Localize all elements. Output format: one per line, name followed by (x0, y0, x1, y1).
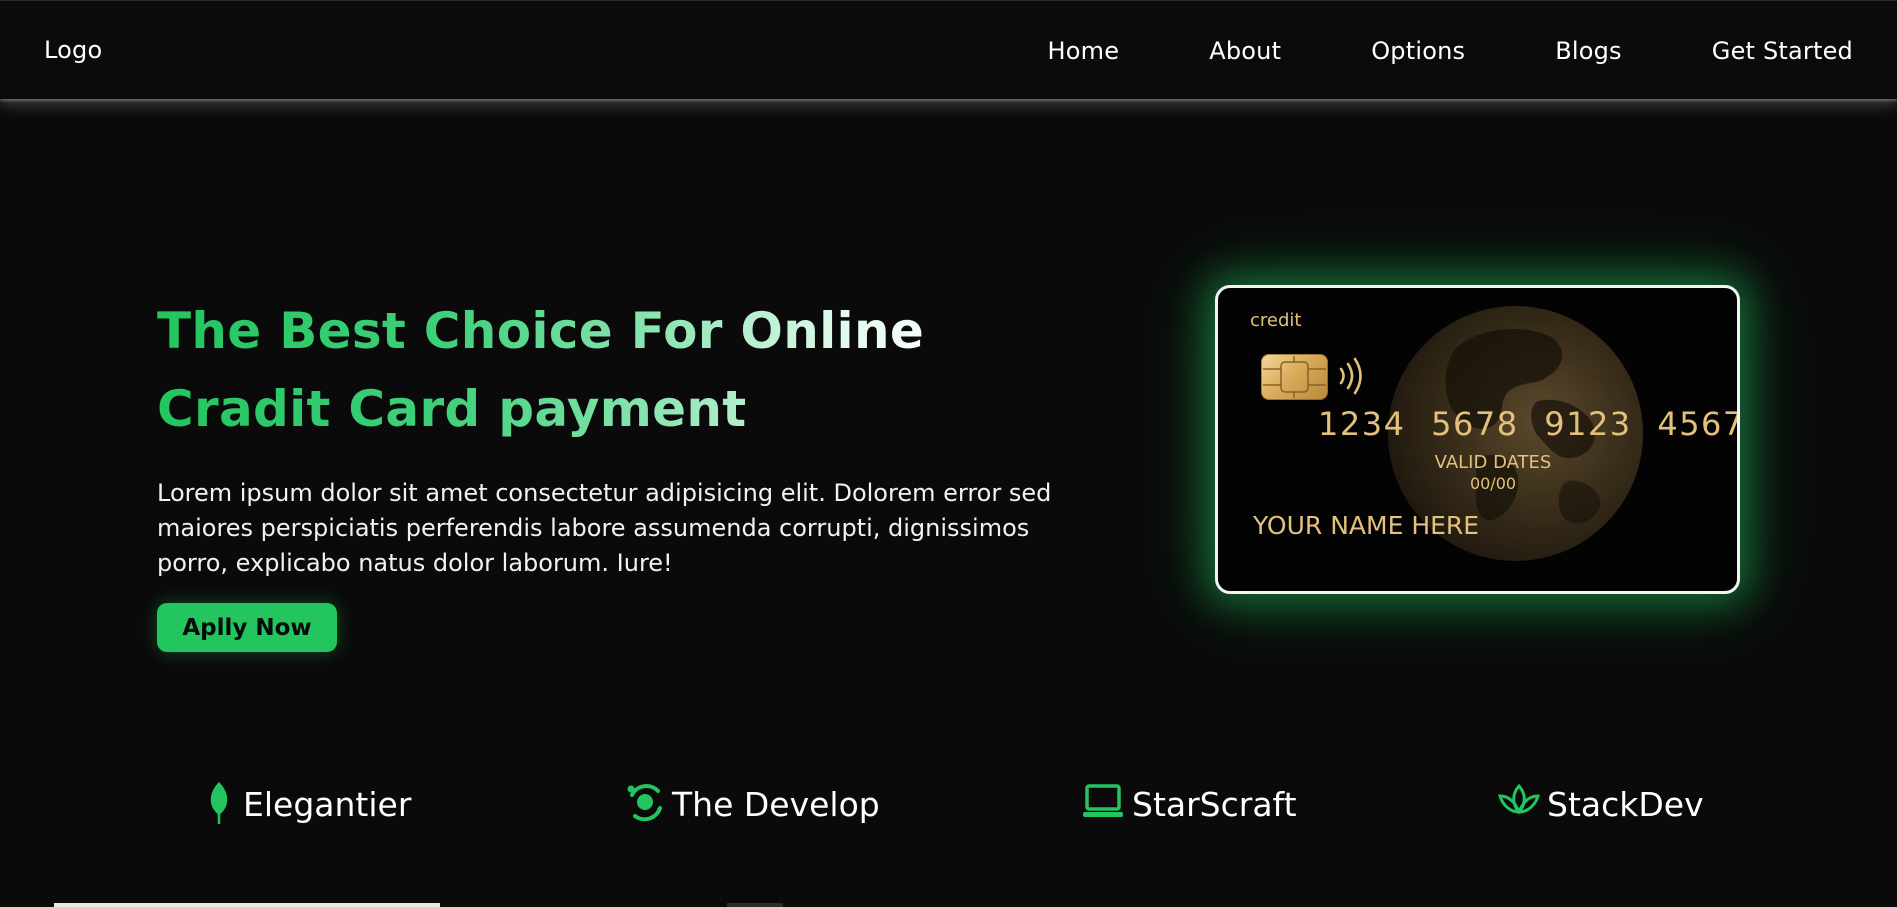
nav-link-about[interactable]: About (1209, 37, 1281, 65)
valid-dates-value: 00/00 (1469, 474, 1517, 493)
brand-label: Elegantier (243, 784, 412, 824)
brand-label: StarScraft (1132, 784, 1297, 824)
nav-link-blogs[interactable]: Blogs (1555, 37, 1622, 65)
hero-title: The Best Choice For Online Cradit Card p… (157, 292, 977, 448)
credit-card-image: credit 1234 5678 9123 4567 VALID DATES 0… (1215, 285, 1740, 594)
brand-stackdev: StackDev (1497, 780, 1704, 828)
lotus-icon (1497, 782, 1541, 826)
chip-icon (1261, 354, 1328, 400)
brand-the-develop: The Develop (624, 780, 880, 828)
logo[interactable]: Logo (44, 1, 102, 100)
nav-link-home[interactable]: Home (1048, 37, 1120, 65)
navbar: Logo Home About Options Blogs Get Starte… (0, 0, 1897, 99)
apply-now-button[interactable]: Aplly Now (157, 603, 337, 652)
brand-label: StackDev (1547, 784, 1704, 824)
leaf-icon (205, 780, 233, 828)
card-number: 1234 5678 9123 4567 (1318, 405, 1740, 443)
card-brand-label: credit (1250, 310, 1302, 331)
hero-title-line-2: Cradit Card payment (157, 380, 747, 438)
hero-title-line-1: The Best Choice For Online (157, 302, 925, 360)
valid-dates-label: VALID DATES (1434, 452, 1552, 473)
brand-elegantier: Elegantier (205, 780, 411, 828)
nav-link-options[interactable]: Options (1371, 37, 1465, 65)
hero-description: Lorem ipsum dolor sit amet consectetur a… (157, 479, 1052, 577)
contactless-icon (1337, 355, 1369, 401)
laptop-icon (1082, 782, 1124, 826)
page: Logo Home About Options Blogs Get Starte… (0, 0, 1897, 907)
nav-links: Home About Options Blogs Get Started (1048, 1, 1853, 100)
next-section-edge (727, 903, 783, 907)
next-section-edge (54, 903, 440, 907)
orbit-icon (624, 781, 666, 827)
brand-label: The Develop (672, 784, 880, 824)
cardholder-name: YOUR NAME HERE (1253, 511, 1480, 540)
nav-link-get-started[interactable]: Get Started (1712, 37, 1853, 65)
brand-starscraft: StarScraft (1082, 780, 1297, 828)
